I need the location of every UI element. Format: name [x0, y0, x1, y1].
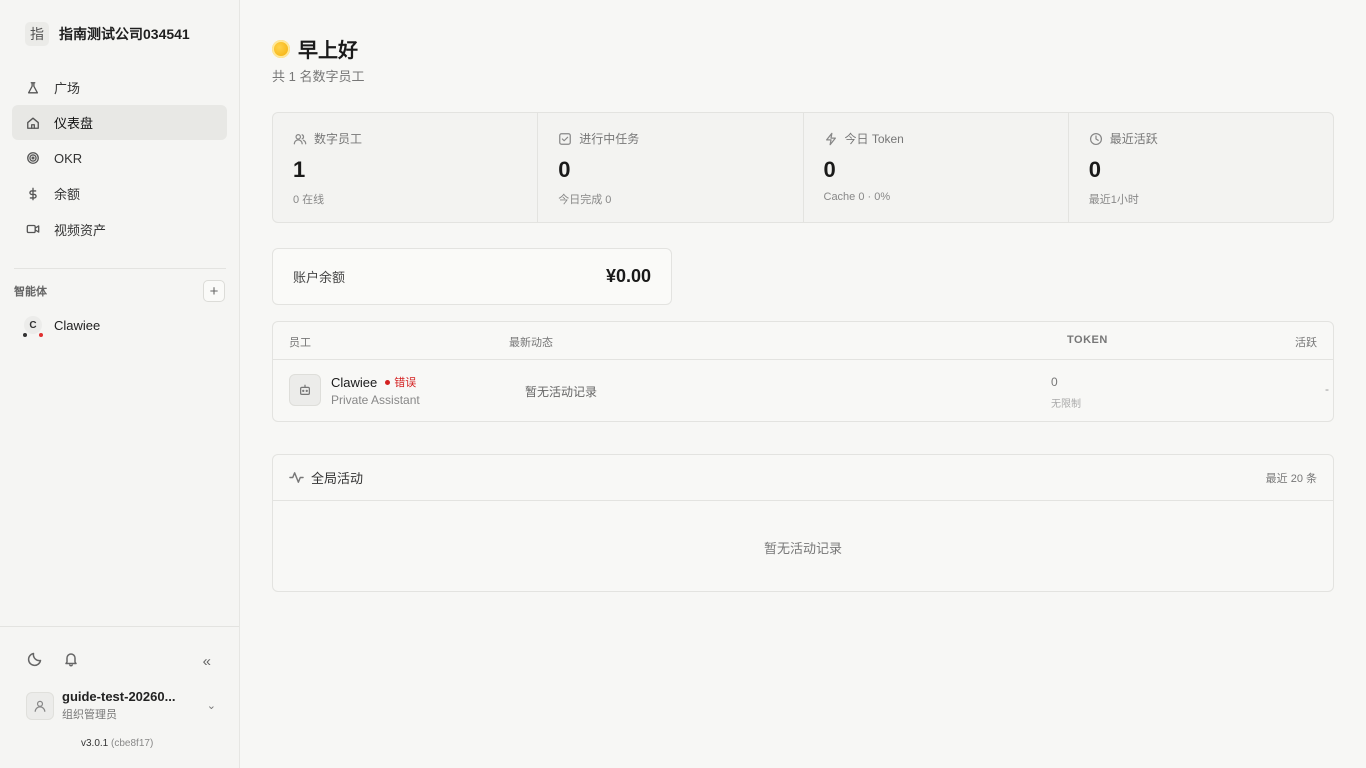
users-icon — [293, 133, 307, 144]
table-header: 员工 最新动态 TOKEN 活跃 — [273, 322, 1333, 360]
page-subtitle: 共 1 名数字员工 — [272, 69, 365, 84]
org-header[interactable]: 指 指南测试公司034541 — [25, 22, 190, 46]
org-logo: 指 — [25, 22, 49, 46]
status-badge: 错误 — [385, 374, 416, 390]
user-menu[interactable]: guide-test-20260... 组织管理员 ⌄ — [26, 689, 216, 722]
main-nav: 广场 仪表盘 OKR 余额 视频资产 — [12, 70, 227, 247]
stat-sub: 最近1小时 — [1088, 194, 1139, 206]
moon-icon[interactable] — [27, 651, 43, 672]
nav-item-label: 仪表盘 — [54, 116, 94, 132]
stat-card-tasks: 进行中任务 0 今日完成 0 — [538, 113, 804, 222]
nav-item-okr[interactable]: OKR — [12, 141, 227, 176]
sidebar: 指 指南测试公司034541 广场 仪表盘 OKR 余额 视频资产 智能体 + … — [0, 0, 240, 768]
column-header-token: TOKEN — [1067, 334, 1108, 346]
clock-icon — [1089, 132, 1102, 145]
greeting: 早上好 — [272, 34, 358, 63]
balance-label: 账户余额 — [293, 270, 346, 285]
user-name: guide-test-20260... — [62, 689, 176, 704]
employee-name-line: Clawiee 错误 — [331, 374, 416, 390]
user-avatar — [26, 691, 54, 720]
stat-label: 数字员工 — [314, 132, 363, 146]
agent-error-dot — [39, 333, 43, 337]
dollar-icon — [26, 187, 40, 201]
column-header-active: 活跃 — [1295, 337, 1317, 349]
activity-icon — [289, 472, 304, 483]
stat-card-employees: 数字员工 1 0 在线 — [273, 113, 539, 222]
error-dot — [385, 379, 391, 385]
flask-icon — [26, 81, 40, 95]
home-icon — [26, 116, 40, 130]
stat-value: 0 — [823, 157, 836, 182]
target-icon — [26, 151, 40, 165]
agent-avatar: C — [23, 316, 43, 337]
user-role: 组织管理员 — [62, 709, 117, 721]
employee-name: Clawiee — [331, 374, 378, 390]
status-label: 错误 — [394, 377, 417, 389]
org-name: 指南测试公司034541 — [59, 26, 190, 42]
global-activity-header: 全局活动 最近 20 条 — [273, 455, 1333, 501]
sun-icon — [272, 39, 290, 58]
nav-item-label: 广场 — [54, 81, 81, 96]
lightning-icon — [825, 132, 836, 145]
agent-status-dot — [23, 333, 27, 337]
column-header-employee: 员工 — [289, 337, 311, 349]
nav-item-dashboard[interactable]: 仪表盘 — [12, 105, 227, 141]
nav-item-label: OKR — [54, 150, 83, 166]
user-info: guide-test-20260... 组织管理员 — [62, 689, 207, 722]
table-row[interactable]: Clawiee 错误 Private Assistant 暂无活动记录 0 无限… — [273, 360, 1333, 422]
agents-section-label: 智能体 — [14, 286, 47, 298]
sidebar-agent-item[interactable]: C Clawiee — [23, 316, 101, 337]
global-activity-panel: 全局活动 最近 20 条 暂无活动记录 — [272, 454, 1334, 592]
employee-token: 0 — [1051, 375, 1058, 389]
user-icon — [34, 700, 46, 712]
stat-card-token: 今日 Token 0 Cache 0 · 0% — [804, 113, 1069, 222]
sidebar-bottom-controls: « — [27, 651, 211, 672]
stat-value: 0 — [1088, 157, 1101, 182]
sidebar-divider — [14, 268, 226, 269]
page-title: 早上好 — [298, 40, 358, 62]
stat-label: 今日 Token — [844, 132, 904, 146]
agent-avatar-initial: C — [29, 319, 37, 331]
stat-card-recent-active: 最近活跃 0 最近1小时 — [1069, 113, 1333, 222]
version-hash: (cbe8f17) — [111, 738, 154, 749]
employees-table: 员工 最新动态 TOKEN 活跃 Clawiee 错误 Private Assi… — [272, 321, 1334, 422]
nav-item-balance[interactable]: 余额 — [12, 176, 227, 211]
global-activity-empty: 暂无活动记录 — [763, 541, 842, 556]
stat-sub: 今日完成 0 — [558, 194, 612, 206]
balance-value: ¥0.00 — [605, 266, 651, 286]
add-agent-button[interactable]: + — [203, 280, 225, 302]
nav-item-label: 余额 — [54, 187, 81, 203]
chevron-down-icon: ⌄ — [206, 700, 216, 712]
stat-sub: Cache 0 · 0% — [823, 191, 891, 203]
employee-role: Private Assistant — [331, 393, 420, 407]
employee-token-limit: 无限制 — [1051, 399, 1081, 410]
agents-section-header: 智能体 + — [14, 280, 225, 302]
employee-latest-activity: 暂无活动记录 — [525, 385, 598, 399]
nav-item-plaza[interactable]: 广场 — [12, 70, 227, 105]
stat-sub: 0 在线 — [293, 194, 325, 206]
app-version: v3.0.1 (cbe8f17) — [81, 738, 153, 749]
bot-icon — [300, 384, 310, 395]
stat-value: 0 — [558, 157, 571, 182]
version-number: v3.0.1 — [81, 738, 109, 749]
agent-name: Clawiee — [54, 317, 101, 333]
column-header-latest: 最新动态 — [509, 337, 553, 349]
sidebar-bottom-divider — [0, 626, 239, 627]
bot-avatar — [289, 374, 321, 406]
account-balance-card[interactable]: 账户余额 ¥0.00 — [272, 248, 672, 305]
nav-item-label: 视频资产 — [54, 222, 107, 238]
collapse-sidebar-button[interactable]: « — [203, 653, 211, 670]
bell-icon[interactable] — [63, 651, 79, 672]
stat-label: 进行中任务 — [579, 132, 640, 146]
global-activity-count: 最近 20 条 — [1265, 472, 1317, 485]
global-activity-title: 全局活动 — [311, 471, 364, 486]
video-icon — [26, 222, 40, 236]
checkbox-icon — [559, 132, 572, 145]
stats-panel: 数字员工 1 0 在线 进行中任务 0 今日完成 0 今日 Token 0 Ca… — [272, 112, 1334, 223]
stat-label: 最近活跃 — [1109, 132, 1158, 146]
nav-item-video-assets[interactable]: 视频资产 — [12, 212, 227, 247]
employee-active: - — [1325, 382, 1329, 396]
stat-value: 1 — [293, 157, 306, 182]
